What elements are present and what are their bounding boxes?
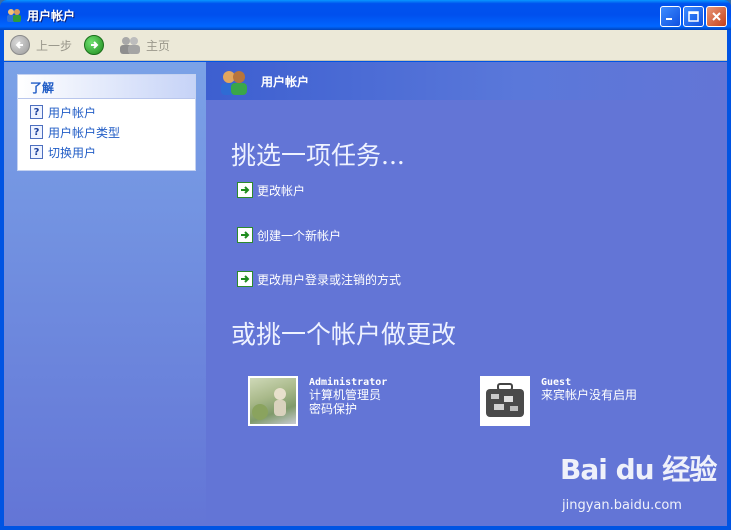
close-icon bbox=[712, 12, 721, 21]
account-status: 来宾帐户没有启用 bbox=[541, 388, 638, 402]
sidebar-item-label: 用户帐户 bbox=[48, 105, 97, 120]
back-label: 上一步 bbox=[36, 38, 73, 53]
task-label: 更改帐户 bbox=[257, 183, 306, 198]
pick-task-heading: 挑选一项任务... bbox=[231, 141, 405, 170]
task-arrow-icon bbox=[237, 182, 253, 198]
learn-panel: 了解 ? 用户帐户 ? 用户帐户类型 ? 切换用户 bbox=[17, 74, 196, 171]
close-button[interactable] bbox=[706, 6, 727, 27]
sidebar-item-user-accounts[interactable]: ? 用户帐户 bbox=[18, 102, 195, 122]
maximize-button[interactable] bbox=[683, 6, 704, 27]
watermark-url: jingyan.baidu.com bbox=[562, 498, 682, 513]
main-header-title: 用户帐户 bbox=[261, 75, 310, 89]
sidebar-item-label: 切换用户 bbox=[48, 145, 97, 160]
task-change-logon[interactable]: 更改用户登录或注销的方式 bbox=[237, 270, 401, 288]
back-icon bbox=[10, 35, 30, 55]
home-button[interactable]: 主页 bbox=[118, 34, 170, 56]
home-label: 主页 bbox=[146, 38, 171, 53]
forward-icon bbox=[84, 35, 104, 55]
help-icon: ? bbox=[30, 105, 43, 119]
watermark: Bai du 经验 jingyan.baidu.com bbox=[560, 448, 720, 524]
sidebar-item-label: 用户帐户类型 bbox=[48, 125, 121, 140]
minimize-button[interactable] bbox=[660, 6, 681, 27]
title-bar[interactable]: 用户帐户 bbox=[0, 0, 731, 30]
account-guest[interactable]: Guest 来宾帐户没有启用 bbox=[480, 376, 637, 426]
help-icon: ? bbox=[30, 145, 43, 159]
help-icon: ? bbox=[30, 125, 43, 139]
avatar bbox=[480, 376, 530, 426]
suitcase-icon bbox=[486, 383, 524, 417]
window-title: 用户帐户 bbox=[27, 9, 76, 23]
account-name: Guest bbox=[541, 377, 572, 388]
pick-account-heading: 或挑一个帐户做更改 bbox=[231, 320, 457, 349]
task-change-account[interactable]: 更改帐户 bbox=[237, 181, 305, 199]
users-icon bbox=[7, 9, 21, 22]
task-label: 更改用户登录或注销的方式 bbox=[257, 272, 402, 287]
sidebar: 了解 ? 用户帐户 ? 用户帐户类型 ? 切换用户 bbox=[4, 62, 206, 526]
account-administrator[interactable]: Administrator 计算机管理员 密码保护 bbox=[248, 376, 387, 426]
account-type: 计算机管理员 bbox=[309, 388, 382, 402]
task-create-account[interactable]: 创建一个新帐户 bbox=[237, 226, 341, 244]
watermark-logo: Bai du 经验 bbox=[560, 453, 717, 486]
main-header: 用户帐户 bbox=[206, 62, 727, 100]
account-status: 密码保护 bbox=[309, 402, 358, 416]
minimize-icon bbox=[666, 18, 672, 20]
home-icon bbox=[120, 37, 140, 54]
task-label: 创建一个新帐户 bbox=[257, 228, 342, 243]
account-name: Administrator bbox=[309, 377, 388, 388]
toolbar: 上一步 主页 bbox=[4, 30, 727, 61]
window: 用户帐户 上一步 主页 了解 ? 用户帐户 ? 用户帐户类型 ? 切换用户 用户… bbox=[0, 0, 731, 530]
sidebar-item-switch-user[interactable]: ? 切换用户 bbox=[18, 142, 195, 162]
sidebar-item-account-types[interactable]: ? 用户帐户类型 bbox=[18, 122, 195, 142]
task-arrow-icon bbox=[237, 227, 253, 243]
maximize-icon bbox=[688, 11, 699, 22]
avatar bbox=[248, 376, 298, 426]
forward-button[interactable] bbox=[84, 34, 110, 56]
learn-panel-title: 了解 bbox=[18, 75, 195, 99]
users-icon bbox=[221, 71, 247, 95]
task-arrow-icon bbox=[237, 271, 253, 287]
back-button[interactable]: 上一步 bbox=[10, 34, 72, 56]
